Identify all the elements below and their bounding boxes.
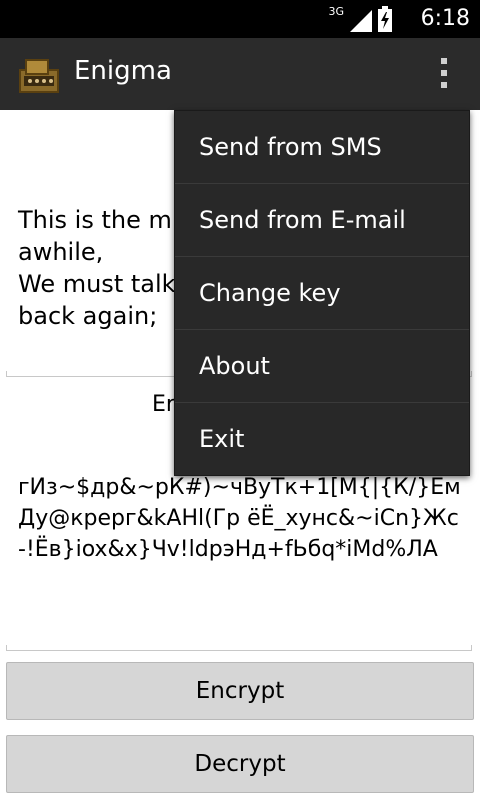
battery-icon xyxy=(378,6,392,32)
overflow-menu: Send from SMS Send from E-mail Change ke… xyxy=(174,110,470,476)
cipher-text-field[interactable]: гИз~$др&~рК#)~чВуТк+1[М{|{К/}ЕмДу@креpг&… xyxy=(18,472,468,565)
encrypt-button[interactable]: Encrypt xyxy=(6,662,474,720)
app-title: Enigma xyxy=(74,56,172,86)
menu-item-about[interactable]: About xyxy=(175,330,469,403)
encrypted-label: Er xyxy=(152,392,175,417)
menu-item-exit[interactable]: Exit xyxy=(175,403,469,475)
enigma-machine-icon[interactable] xyxy=(16,52,62,98)
decrypt-button[interactable]: Decrypt xyxy=(6,735,474,793)
network-type-label: 3G xyxy=(328,5,344,18)
signal-icon xyxy=(350,10,372,32)
menu-item-send-email[interactable]: Send from E-mail xyxy=(175,184,469,257)
status-bar: 3G 6:18 xyxy=(0,0,480,38)
cipher-text-underline xyxy=(6,645,472,651)
menu-item-change-key[interactable]: Change key xyxy=(175,257,469,330)
overflow-menu-icon[interactable] xyxy=(434,58,454,94)
menu-item-send-sms[interactable]: Send from SMS xyxy=(175,111,469,184)
action-bar: Enigma xyxy=(0,38,480,110)
status-icons: 3G xyxy=(328,5,392,32)
status-time: 6:18 xyxy=(420,6,470,31)
